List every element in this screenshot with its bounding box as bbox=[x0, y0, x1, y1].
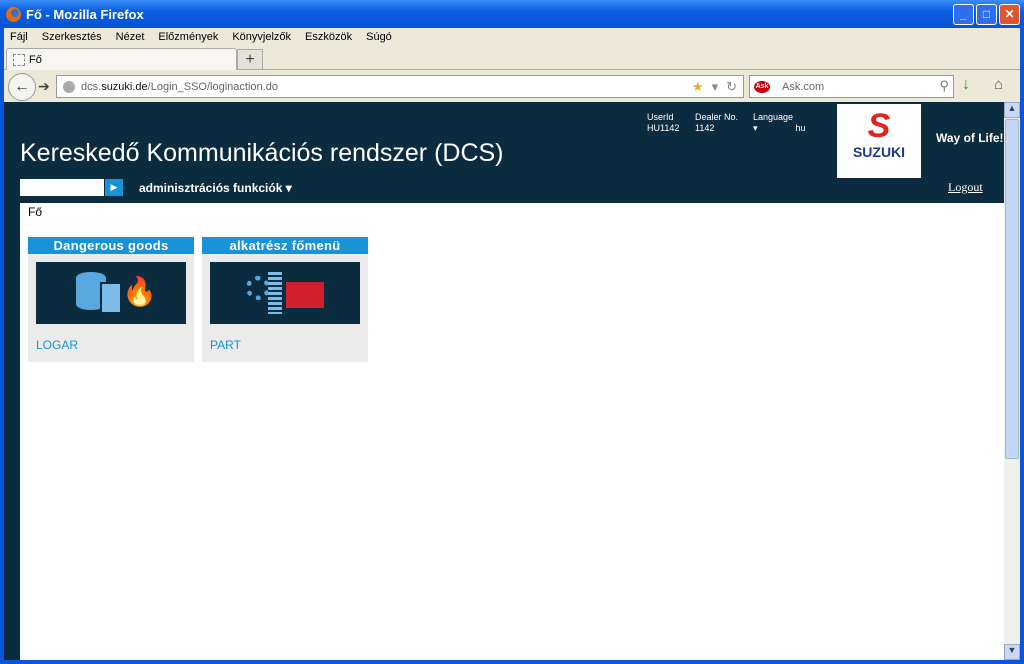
menu-history[interactable]: Előzmények bbox=[158, 31, 218, 43]
close-button[interactable]: ✕ bbox=[999, 4, 1020, 25]
suzuki-s-icon: S bbox=[867, 107, 891, 145]
search-icon[interactable]: ⚲ bbox=[939, 78, 949, 94]
url-path: /Login_SSO/loginaction.do bbox=[147, 80, 278, 93]
quick-search-button[interactable]: ▶ bbox=[105, 179, 123, 196]
globe-icon bbox=[63, 80, 75, 93]
ask-logo-icon[interactable]: Ask bbox=[754, 80, 770, 93]
minimize-button[interactable]: _ bbox=[953, 4, 974, 25]
tile-link-part[interactable]: PART bbox=[210, 338, 241, 352]
search-placeholder: Ask.com bbox=[782, 80, 825, 93]
scroll-up-button[interactable]: ▲ bbox=[1004, 102, 1020, 118]
page: Kereskedő Kommunikációs rendszer (DCS) U… bbox=[4, 102, 1004, 660]
forward-button[interactable]: ➔ bbox=[38, 78, 50, 95]
tile-dangerous-goods[interactable]: Dangerous goods 🔥 LOGAR bbox=[28, 237, 194, 362]
page-icon bbox=[13, 53, 25, 66]
bookmark-star-icon[interactable]: ★ bbox=[692, 79, 704, 95]
dealer-no-label: Dealer No. bbox=[695, 112, 739, 122]
page-title: Kereskedő Kommunikációs rendszer (DCS) bbox=[20, 139, 504, 167]
main-content: Fő Dangerous goods 🔥 LOGAR alkatrész főm… bbox=[20, 203, 1004, 660]
dangerous-goods-icon[interactable]: 🔥 bbox=[36, 262, 186, 324]
url-domain: suzuki.de bbox=[101, 80, 148, 93]
language-label: Language bbox=[753, 112, 794, 122]
chevron-down-icon: ▾ bbox=[285, 181, 292, 195]
suzuki-logo: S SUZUKI bbox=[837, 104, 921, 178]
menu-bar: Fájl Szerkesztés Nézet Előzmények Könyvj… bbox=[4, 28, 1020, 46]
url-prefix: dcs. bbox=[81, 80, 102, 93]
menu-tools[interactable]: Eszközök bbox=[305, 31, 352, 43]
menu-bookmarks[interactable]: Könyvjelzők bbox=[232, 31, 291, 43]
user-id-value: HU1142 bbox=[647, 123, 680, 133]
tile-parts-main-menu[interactable]: alkatrész főmenü PART bbox=[202, 237, 368, 362]
tile-link-logar[interactable]: LOGAR bbox=[36, 338, 78, 352]
slogan: Way of Life! bbox=[936, 131, 1004, 145]
parts-icon[interactable] bbox=[210, 262, 360, 324]
window-title: Fő - Mozilla Firefox bbox=[26, 6, 144, 22]
search-box[interactable]: Ask Ask.com ⚲ bbox=[749, 75, 954, 98]
admin-menu-label: adminisztrációs funkciók bbox=[139, 181, 283, 195]
firefox-icon bbox=[6, 6, 21, 22]
tile-title: Dangerous goods bbox=[28, 237, 194, 254]
tile-title: alkatrész főmenü bbox=[202, 237, 368, 254]
dealer-no-value: 1142 bbox=[695, 123, 715, 133]
url-bar[interactable]: dcs. suzuki.de/Login_SSO/loginaction.do ★… bbox=[56, 75, 744, 98]
logo-text: SUZUKI bbox=[852, 144, 906, 160]
menu-file[interactable]: Fájl bbox=[10, 31, 28, 43]
quick-search-input[interactable] bbox=[20, 179, 104, 196]
new-tab-button[interactable]: + bbox=[237, 49, 263, 70]
scroll-thumb[interactable] bbox=[1005, 119, 1019, 459]
language-dropdown[interactable]: ▾ hu bbox=[753, 123, 806, 134]
user-id-label: UserId bbox=[647, 112, 674, 122]
home-icon[interactable]: ⌂ bbox=[994, 76, 1003, 93]
reload-icon[interactable]: ↻ bbox=[726, 79, 737, 95]
menu-view[interactable]: Nézet bbox=[116, 31, 145, 43]
vertical-scrollbar[interactable]: ▲ ▼ bbox=[1004, 102, 1020, 660]
browser-tab[interactable]: Fő bbox=[6, 48, 237, 70]
menu-edit[interactable]: Szerkesztés bbox=[42, 31, 102, 43]
title-bar: Fő - Mozilla Firefox _ □ ✕ bbox=[0, 0, 1024, 28]
language-value: hu bbox=[795, 123, 806, 133]
admin-functions-menu[interactable]: adminisztrációs funkciók ▾ bbox=[139, 181, 292, 195]
maximize-button[interactable]: □ bbox=[976, 4, 997, 25]
browser-chrome: Fájl Szerkesztés Nézet Előzmények Könyvj… bbox=[4, 28, 1020, 102]
breadcrumb: Fő bbox=[28, 205, 43, 219]
logout-link[interactable]: Logout bbox=[948, 180, 983, 195]
menu-help[interactable]: Súgó bbox=[366, 31, 392, 43]
scroll-down-button[interactable]: ▼ bbox=[1004, 644, 1020, 660]
download-icon[interactable]: ↓ bbox=[962, 76, 970, 94]
tab-label: Fő bbox=[29, 53, 42, 66]
back-button[interactable]: ← bbox=[8, 73, 36, 101]
dropdown-icon[interactable]: ▾ bbox=[712, 79, 719, 95]
